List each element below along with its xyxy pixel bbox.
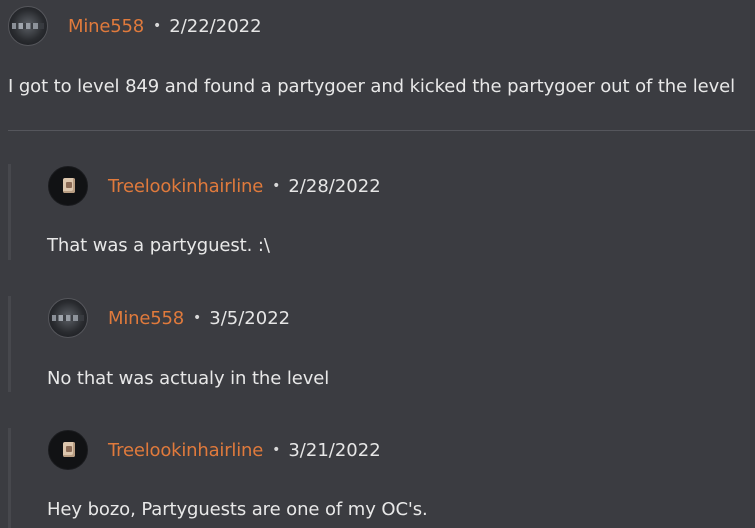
avatar[interactable] <box>48 166 88 206</box>
separator-dot: • <box>272 178 281 194</box>
comment-date: 2/28/2022 <box>288 175 381 197</box>
reply-header: Treelookinhairline • 3/21/2022 <box>48 430 381 470</box>
reply-text: Hey bozo, Partyguests are one of my OC's… <box>47 499 428 520</box>
divider <box>8 130 755 131</box>
comment-text: I got to level 849 and found a partygoer… <box>8 76 736 97</box>
avatar[interactable] <box>48 430 88 470</box>
separator-dot: • <box>152 18 162 34</box>
username-link[interactable]: Mine558 <box>108 308 184 329</box>
reply-header: Mine558 • 3/5/2022 <box>48 298 290 338</box>
comment-date: 2/22/2022 <box>169 15 262 37</box>
avatar[interactable] <box>8 6 48 46</box>
reply-text: That was a partyguest. :\ <box>47 235 270 256</box>
comment-thread: Mine558 • 2/22/2022 I got to level 849 a… <box>0 0 755 528</box>
comment-date: 3/21/2022 <box>288 439 381 461</box>
username-link[interactable]: Mine558 <box>68 16 144 37</box>
comment-header: Mine558 • 2/22/2022 <box>8 6 262 46</box>
username-link[interactable]: Treelookinhairline <box>108 176 263 197</box>
thread-line <box>8 164 11 260</box>
reply-text: No that was actualy in the level <box>47 368 330 389</box>
thread-line <box>8 428 11 528</box>
avatar[interactable] <box>48 298 88 338</box>
separator-dot: • <box>192 310 202 326</box>
separator-dot: • <box>272 442 281 458</box>
comment-date: 3/5/2022 <box>209 307 291 329</box>
reply-header: Treelookinhairline • 2/28/2022 <box>48 166 381 206</box>
thread-line <box>8 296 11 392</box>
username-link[interactable]: Treelookinhairline <box>108 440 263 461</box>
